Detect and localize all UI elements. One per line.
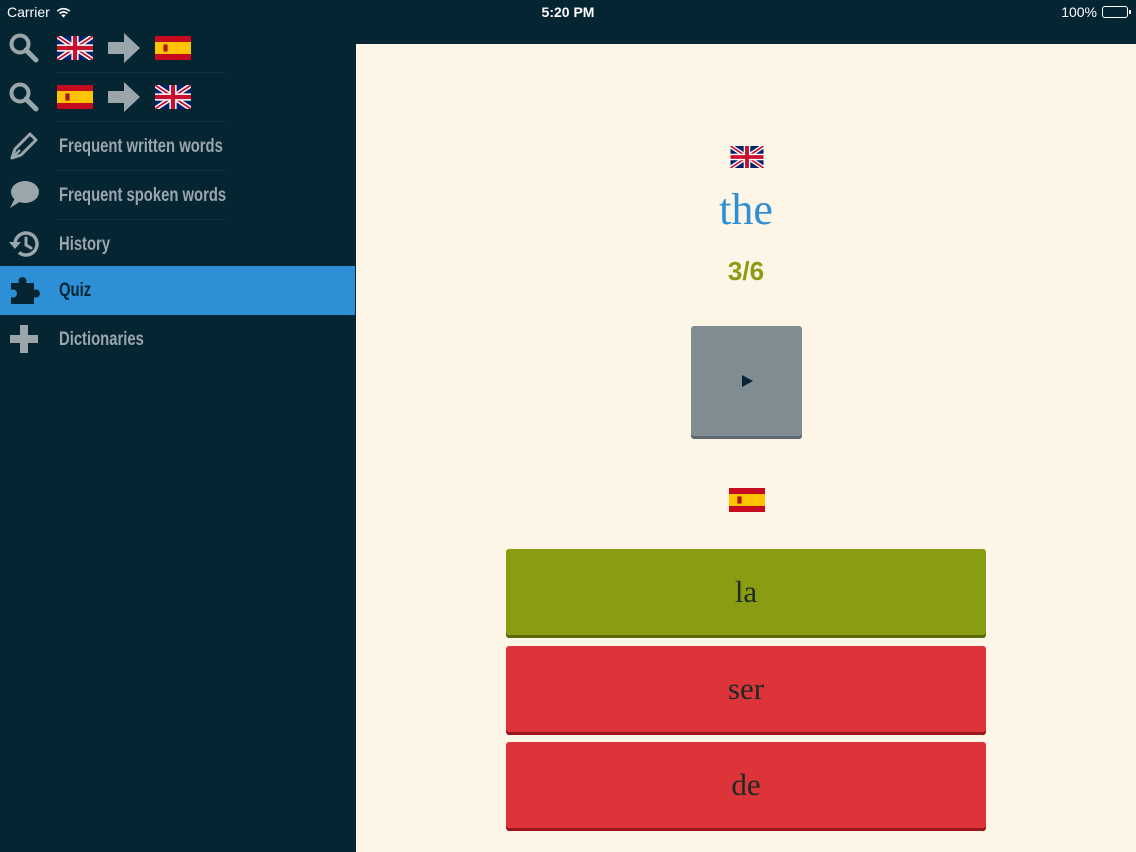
sidebar-item-frequent-written-words[interactable]: Frequent written words — [0, 122, 355, 171]
sidebar-item-label: Frequent spoken words — [59, 185, 227, 206]
status-time: 5:20 PM — [541, 4, 595, 20]
uk-flag-icon — [729, 146, 765, 168]
answer-text: de — [731, 767, 761, 802]
answer-button-wrong[interactable]: ser — [506, 646, 986, 732]
speech-bubble-icon — [6, 177, 42, 213]
sidebar: Frequent written words Frequent spoken w… — [0, 24, 355, 852]
uk-flag-icon — [57, 36, 93, 60]
spain-flag-icon — [57, 85, 93, 109]
answer-button-correct[interactable]: la — [506, 549, 986, 635]
quiz-panel: the 3/6 la ser de — [356, 44, 1136, 852]
search-icon — [6, 30, 42, 66]
quiz-progress: 3/6 — [727, 256, 765, 286]
puzzle-icon — [6, 272, 42, 308]
sidebar-item-english-to-spanish[interactable] — [0, 24, 355, 73]
sidebar-item-quiz[interactable]: Quiz — [0, 266, 355, 315]
pen-icon — [6, 128, 42, 164]
sidebar-item-dictionaries[interactable]: Dictionaries — [0, 315, 355, 364]
plus-icon — [6, 321, 42, 357]
spain-flag-icon — [729, 488, 765, 512]
sidebar-item-label: Frequent written words — [59, 136, 223, 157]
sidebar-item-spanish-to-english[interactable] — [0, 73, 355, 122]
answer-text: ser — [727, 671, 765, 706]
quiz-word: the — [719, 185, 773, 234]
sidebar-item-label: History — [59, 234, 111, 255]
play-audio-button[interactable] — [691, 326, 802, 436]
spain-flag-icon — [155, 36, 191, 60]
battery-percent: 100% — [1061, 4, 1097, 20]
status-right: 100% — [1061, 4, 1131, 20]
sidebar-item-history[interactable]: History — [0, 220, 355, 269]
search-icon — [6, 79, 42, 115]
battery-icon — [1102, 6, 1131, 18]
arrow-right-icon — [108, 82, 140, 112]
answer-button-wrong[interactable]: de — [506, 742, 986, 828]
play-icon — [741, 375, 753, 387]
sidebar-item-label: Quiz — [59, 280, 92, 301]
history-icon — [6, 226, 42, 262]
sidebar-item-label: Dictionaries — [59, 329, 144, 350]
status-bar: Carrier 5:20 PM 100% — [0, 0, 1136, 24]
arrow-right-icon — [108, 33, 140, 63]
uk-flag-icon — [155, 85, 191, 109]
answer-text: la — [734, 574, 758, 609]
sidebar-item-frequent-spoken-words[interactable]: Frequent spoken words — [0, 171, 355, 220]
